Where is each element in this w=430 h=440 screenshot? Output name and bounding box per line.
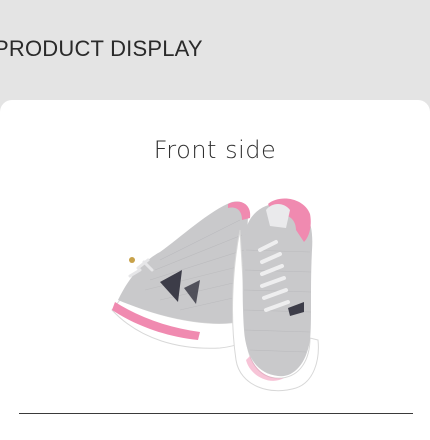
product-image [111,198,319,392]
page-header-title: PRODUCT DISPLAY [0,36,203,61]
left-sneaker [111,201,251,349]
card-divider [19,413,413,414]
view-label: Front side [153,136,277,164]
